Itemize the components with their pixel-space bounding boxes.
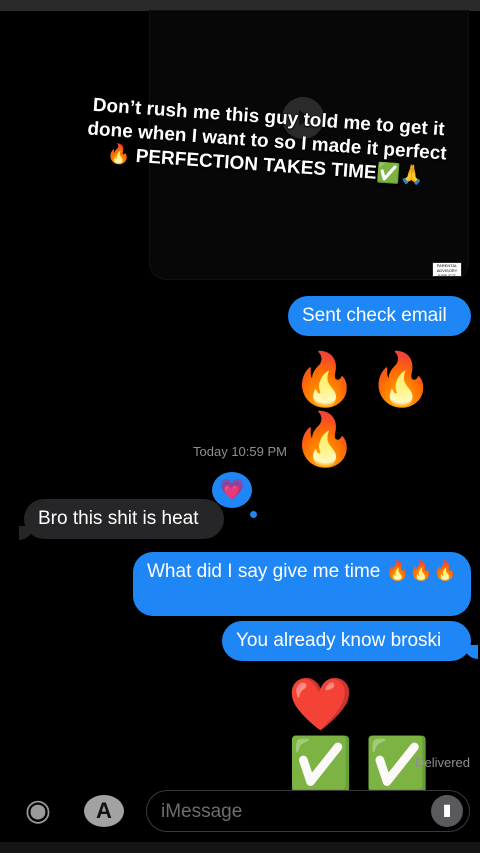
camera-icon[interactable]: ◉: [18, 795, 58, 827]
message-composer: ◉ A iMessage ▮: [0, 782, 480, 842]
message-incoming[interactable]: Bro this shit is heat: [24, 499, 224, 539]
emoji-reply-message[interactable]: ❤️✅✅: [288, 675, 480, 795]
message-reply-1[interactable]: What did I say give me time 🔥🔥🔥: [133, 552, 471, 616]
message-reply-2[interactable]: You already know broski: [222, 621, 471, 661]
message-input-placeholder: iMessage: [161, 801, 243, 822]
reaction-dot: [250, 511, 257, 518]
status-bar: [0, 0, 480, 11]
delivery-status: Delivered: [415, 755, 470, 770]
heart-reaction-icon[interactable]: 💗: [212, 472, 252, 508]
outgoing-bubble-tail: [464, 645, 478, 659]
app-drawer[interactable]: [0, 842, 480, 853]
audio-waveform-icon[interactable]: ▮: [431, 795, 463, 827]
app-store-icon[interactable]: A: [84, 795, 124, 827]
parental-advisory-label: PARENTAL ADVISORY EXPLICIT CONTENT: [432, 262, 462, 277]
message-timestamp: Today 10:59 PM: [193, 444, 287, 459]
message-sent-check-email[interactable]: Sent check email: [288, 296, 471, 336]
message-input[interactable]: iMessage ▮: [146, 790, 470, 832]
